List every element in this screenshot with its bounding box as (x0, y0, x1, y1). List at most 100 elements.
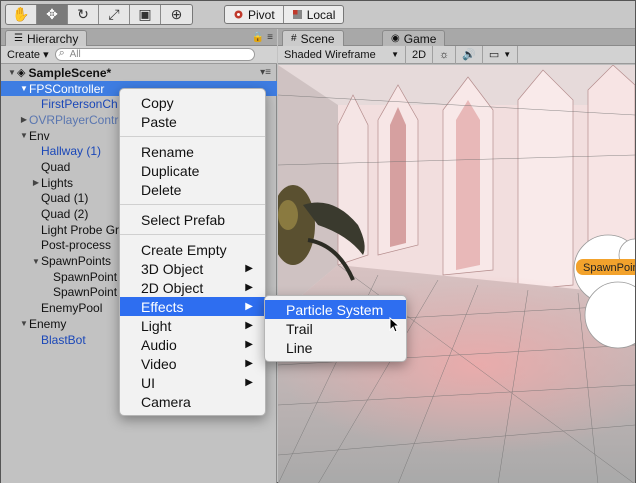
pivot-button[interactable]: Pivot (225, 6, 284, 23)
hierarchy-row-label: Quad (1) (41, 191, 89, 206)
menu-item-video[interactable]: Video ▶ (120, 354, 265, 373)
hand-tool-button[interactable]: ✋ (6, 5, 37, 24)
image-icon: ▭ (488, 49, 500, 61)
hierarchy-row-label: SpawnPoint (53, 269, 118, 284)
scene-tab-row: # Scene ◉ Game (278, 29, 635, 46)
spawn-point-label: SpawnPoint (583, 262, 635, 274)
transform-tool-button[interactable]: ⊕ (161, 5, 192, 24)
hierarchy-row-label: BlastBot (41, 332, 86, 347)
shading-mode-dropdown[interactable]: Shaded Wireframe ▼ (278, 45, 406, 64)
hierarchy-row-label: Lights (41, 175, 74, 190)
menu-item-select-prefab[interactable]: Select Prefab (120, 210, 265, 229)
menu-item-label: Effects (141, 298, 184, 315)
chevron-down-icon: ▼ (503, 50, 512, 59)
effects-submenu: Particle System Trail Line (264, 295, 407, 362)
rect-tool-icon: ▣ (138, 6, 152, 22)
menu-separator (120, 234, 265, 235)
context-menu: Copy Paste Rename Duplicate Delete Select Pre… (119, 88, 266, 416)
menu-item-paste[interactable]: Paste (120, 112, 265, 131)
pivot-icon (234, 10, 243, 19)
menu-item-line[interactable]: Line (265, 338, 406, 357)
hierarchy-row-label: FPSController (29, 81, 105, 96)
menu-item-label: Duplicate (141, 162, 200, 179)
menu-item-particle-system[interactable]: Particle System (265, 300, 406, 319)
rotate-tool-button[interactable]: ↻ (68, 5, 99, 24)
hierarchy-search-input[interactable]: All (54, 47, 255, 61)
search-placeholder: All (69, 49, 81, 60)
tab-scene[interactable]: # Scene (282, 30, 344, 46)
expand-arrow-icon[interactable]: ▶ (19, 115, 29, 124)
hierarchy-row[interactable]: ▼ ◈ SampleScene* ▾≡ (1, 65, 277, 81)
speaker-icon: 🔊 (462, 49, 476, 61)
audio-toggle[interactable]: 🔊 (456, 45, 483, 64)
menu-item-label: Camera (141, 393, 191, 410)
local-icon (292, 10, 302, 19)
hierarchy-row-label: Light Probe Gr (41, 222, 120, 237)
scene-panel: # Scene ◉ Game Shaded Wireframe ▼ 2D ☼ 🔊… (278, 29, 635, 483)
hierarchy-tab-row: ☰ Hierarchy 🔒 ≡ (1, 29, 277, 46)
rect-tool-button[interactable]: ▣ (130, 5, 161, 24)
create-dropdown[interactable]: Create ▾ (7, 48, 49, 61)
hierarchy-row-label: OVRPlayerContro (29, 112, 126, 127)
submenu-arrow-icon: ▶ (245, 282, 253, 293)
mode-2d-label: 2D (412, 48, 427, 61)
panel-menu-icon[interactable]: ≡ (267, 32, 273, 43)
scene-viewport[interactable]: SpawnPoint (278, 65, 635, 483)
menu-item-label: 2D Object (141, 279, 204, 296)
transform-tool-icon: ⊕ (170, 6, 183, 22)
lock-icon[interactable]: 🔒 (252, 32, 264, 43)
tab-game[interactable]: ◉ Game (382, 30, 446, 46)
hierarchy-row-label: Quad (41, 159, 71, 174)
hierarchy-row-label: SpawnPoint (53, 285, 118, 300)
menu-item-label: Light (141, 317, 172, 334)
move-tool-button[interactable]: ✥ (37, 5, 68, 24)
tab-game-label: Game (403, 31, 437, 46)
menu-item-light[interactable]: Light ▶ (120, 316, 265, 335)
pivot-label: Pivot (248, 7, 275, 22)
effects-dropdown[interactable]: ▭ ▼ (483, 45, 519, 64)
menu-item-3d-object[interactable]: 3D Object ▶ (120, 259, 265, 278)
menu-item-label: Trail (286, 320, 313, 337)
scene-options-icon[interactable]: ▾≡ (260, 67, 271, 78)
menu-item-label: 3D Object (141, 260, 204, 277)
expand-arrow-icon[interactable]: ▼ (19, 319, 29, 328)
scale-tool-button[interactable]: ⤢ (99, 5, 130, 24)
menu-item-label: Delete (141, 181, 182, 198)
expand-arrow-icon[interactable]: ▼ (19, 84, 29, 93)
tab-hierarchy[interactable]: ☰ Hierarchy (5, 30, 88, 46)
expand-arrow-icon[interactable]: ▶ (31, 178, 41, 187)
mode-2d-toggle[interactable]: 2D (406, 45, 434, 64)
game-tab-icon: ◉ (391, 33, 400, 44)
menu-item-ui[interactable]: UI ▶ (120, 373, 265, 392)
menu-item-2d-object[interactable]: 2D Object ▶ (120, 278, 265, 297)
expand-arrow-icon[interactable]: ▼ (31, 257, 41, 266)
menu-item-rename[interactable]: Rename (120, 142, 265, 161)
hierarchy-row-label: FirstPersonCh (41, 97, 118, 112)
submenu-arrow-icon: ▶ (245, 320, 253, 331)
local-button[interactable]: Local (284, 6, 344, 23)
menu-item-label: Rename (141, 143, 194, 160)
scene-tab-icon: # (291, 33, 297, 44)
hierarchy-row-label: SampleScene* (28, 65, 112, 80)
menu-item-label: UI (141, 374, 155, 391)
menu-item-duplicate[interactable]: Duplicate (120, 161, 265, 180)
unity-scene-icon: ◈ (17, 67, 26, 80)
scene-render: SpawnPoint (278, 65, 635, 483)
menu-item-audio[interactable]: Audio ▶ (120, 335, 265, 354)
menu-item-camera[interactable]: Camera (120, 392, 265, 411)
menu-item-copy[interactable]: Copy (120, 93, 265, 112)
menu-item-trail[interactable]: Trail (265, 319, 406, 338)
menu-item-effects[interactable]: Effects ▶ (120, 297, 265, 316)
menu-item-create-empty[interactable]: Create Empty (120, 240, 265, 259)
menu-item-delete[interactable]: Delete (120, 180, 265, 199)
expand-arrow-icon[interactable]: ▼ (19, 131, 29, 140)
lighting-toggle[interactable]: ☼ (433, 45, 457, 64)
expand-arrow-icon[interactable]: ▼ (7, 68, 17, 77)
menu-item-label: Copy (141, 94, 174, 111)
sun-icon: ☼ (439, 48, 450, 61)
hierarchy-row-label: SpawnPoints (41, 254, 112, 269)
menu-item-label: Video (141, 355, 177, 372)
pivot-toggle-group: Pivot Local (224, 5, 345, 24)
local-label: Local (306, 7, 336, 22)
menu-item-label: Paste (141, 113, 177, 130)
